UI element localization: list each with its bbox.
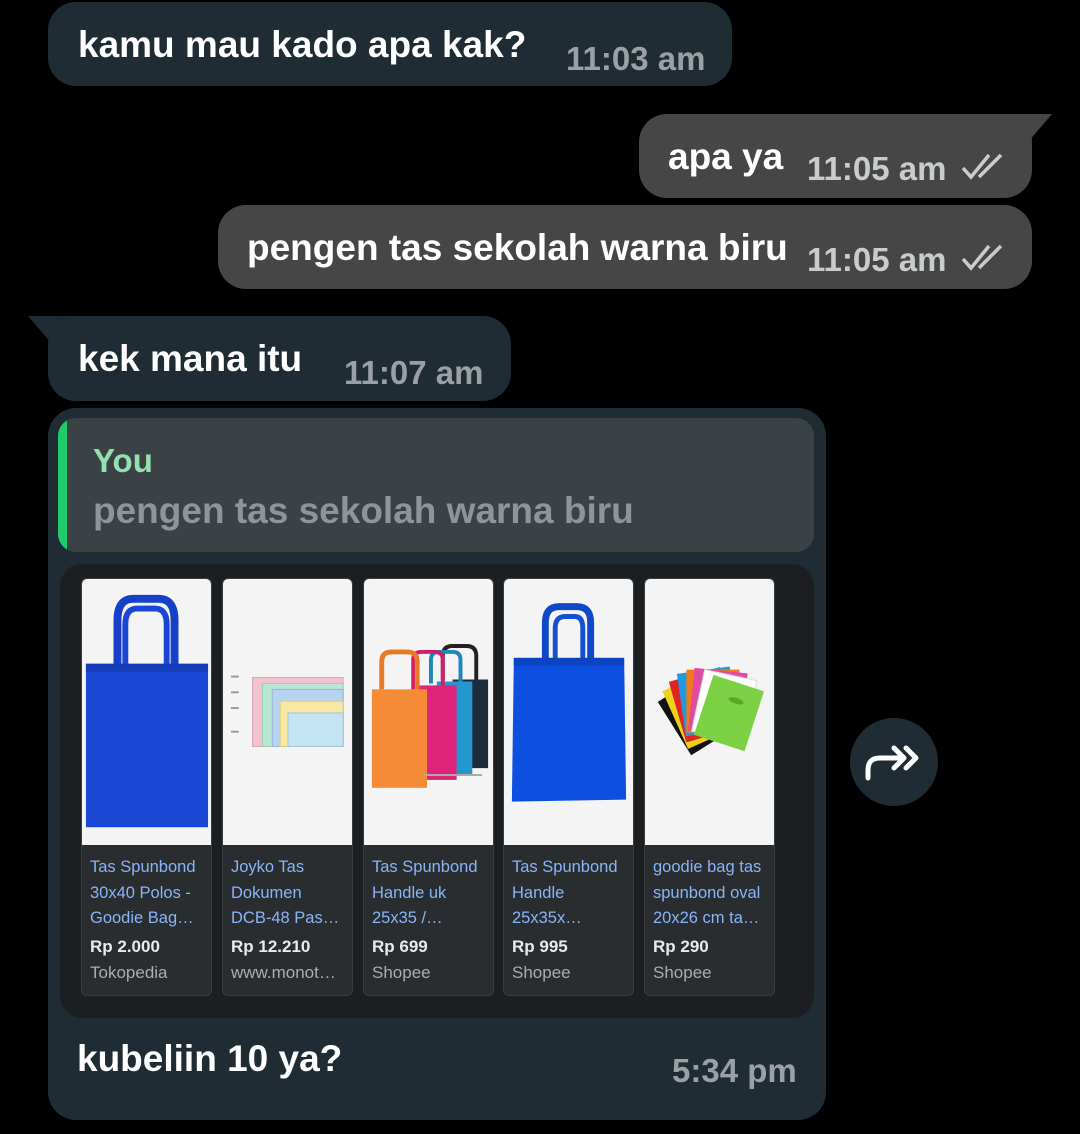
message-text: kek mana itu xyxy=(78,338,303,379)
product-card[interactable]: Tas Spunbond Handle uk 25x35 /… Rp 699 S… xyxy=(363,578,494,996)
document-pouches-image xyxy=(230,675,344,747)
product-store: www.monot… xyxy=(231,963,336,982)
forward-icon xyxy=(865,745,919,781)
message-text: apa ya xyxy=(668,136,784,177)
product-title[interactable]: Tas Spunbond Handle uk 25x35 /… xyxy=(372,855,490,932)
product-card[interactable]: Tas Spunbond Handle 25x35x… Rp 995 Shope… xyxy=(503,578,634,996)
message-time: 11:03 am xyxy=(566,40,706,77)
product-carousel[interactable]: Tas Spunbond 30x40 Polos - Goodie Bag… R… xyxy=(60,564,814,1018)
product-store: Tokopedia xyxy=(90,963,168,982)
colorful-tote-bags-image xyxy=(371,644,489,788)
message-time: 11:07 am xyxy=(344,354,484,391)
product-image xyxy=(82,579,211,845)
quote-author: You xyxy=(93,442,153,479)
quoted-message[interactable]: You pengen tas sekolah warna biru xyxy=(58,418,814,552)
product-image xyxy=(504,579,633,845)
product-store: Shopee xyxy=(372,963,431,982)
product-store: Shopee xyxy=(653,963,712,982)
message-time: 5:34 pm xyxy=(672,1052,797,1089)
product-title[interactable]: Joyko Tas Dokumen DCB-48 Pas… xyxy=(231,855,349,932)
message-bubble-outgoing[interactable]: pengen tas sekolah warna biru 11:05 am xyxy=(218,205,1032,289)
message-bubble-incoming[interactable]: kamu mau kado apa kak? 11:03 am xyxy=(48,2,732,86)
product-price: Rp 699 xyxy=(372,937,428,956)
message-text: kamu mau kado apa kak? xyxy=(78,24,527,65)
double-check-icon xyxy=(961,153,1003,180)
product-card[interactable]: goodie bag tas spunbond oval 20x26 cm ta… xyxy=(644,578,775,996)
blue-tote-bag-image xyxy=(511,603,627,802)
product-price: Rp 12.210 xyxy=(231,937,311,956)
reply-message-bubble[interactable]: You pengen tas sekolah warna biru Tas Sp… xyxy=(48,408,826,1120)
blue-tote-bag-image xyxy=(85,594,209,828)
product-card[interactable]: Tas Spunbond 30x40 Polos - Goodie Bag… R… xyxy=(81,578,212,996)
product-store: Shopee xyxy=(512,963,571,982)
product-price: Rp 290 xyxy=(653,937,709,956)
product-title[interactable]: Tas Spunbond Handle 25x35x… xyxy=(512,855,630,932)
colorful-die-cut-bags-image xyxy=(657,666,765,756)
message-time: 11:05 am xyxy=(807,241,947,278)
message-text: kubeliin 10 ya? xyxy=(77,1038,343,1079)
product-card[interactable]: Joyko Tas Dokumen DCB-48 Pas… Rp 12.210 … xyxy=(222,578,353,996)
message-bubble-incoming[interactable]: kek mana itu 11:07 am xyxy=(48,316,511,401)
quote-text: pengen tas sekolah warna biru xyxy=(93,490,634,531)
product-price: Rp 2.000 xyxy=(90,937,160,956)
product-image xyxy=(223,579,352,845)
forward-button[interactable] xyxy=(850,718,938,806)
product-title[interactable]: Tas Spunbond 30x40 Polos - Goodie Bag… xyxy=(90,855,208,932)
product-price: Rp 995 xyxy=(512,937,568,956)
quote-accent-bar xyxy=(58,418,67,552)
double-check-icon xyxy=(961,244,1003,271)
message-text: pengen tas sekolah warna biru xyxy=(247,227,788,268)
product-title[interactable]: goodie bag tas spunbond oval 20x26 cm ta… xyxy=(653,855,771,932)
product-image xyxy=(645,579,774,845)
product-image xyxy=(364,579,493,845)
message-bubble-outgoing[interactable]: apa ya 11:05 am xyxy=(639,114,1032,198)
message-time: 11:05 am xyxy=(807,150,947,187)
